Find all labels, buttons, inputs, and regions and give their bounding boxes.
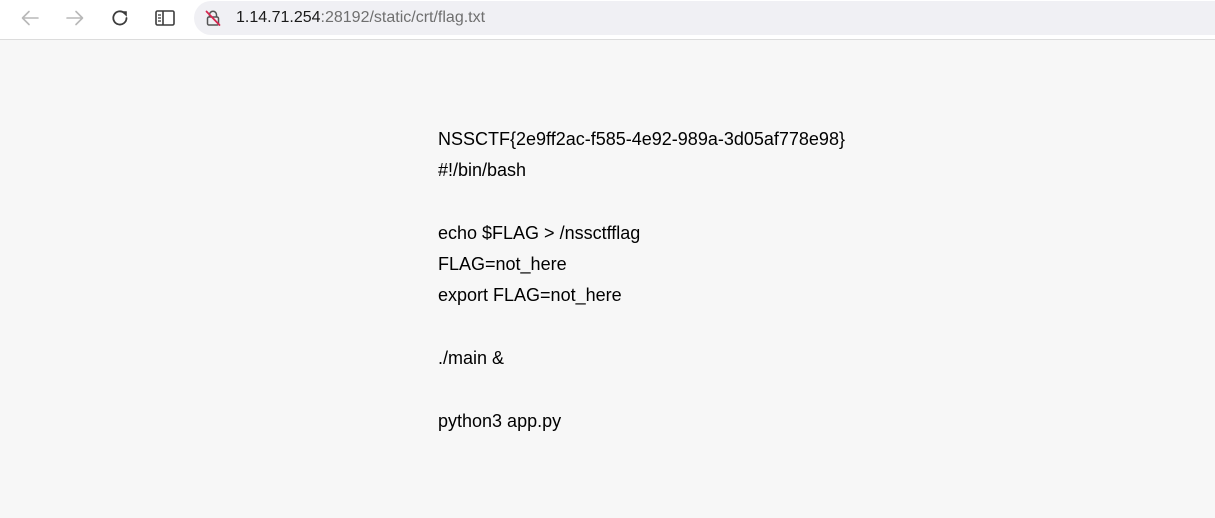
back-button[interactable] bbox=[14, 4, 46, 32]
reader-view-icon bbox=[155, 10, 175, 26]
arrow-left-icon bbox=[21, 10, 39, 26]
forward-button[interactable] bbox=[59, 4, 91, 32]
text-line bbox=[438, 374, 845, 405]
url-path: :28192/static/crt/flag.txt bbox=[320, 9, 486, 26]
text-line: #!/bin/bash bbox=[438, 160, 527, 181]
insecure-lock-icon bbox=[205, 10, 221, 26]
text-line bbox=[438, 187, 845, 218]
reload-button[interactable] bbox=[104, 4, 136, 32]
text-line: FLAG=not_here bbox=[438, 254, 567, 275]
plain-text-document: NSSCTF{2e9ff2ac-f585-4e92-989a-3d05af778… bbox=[438, 124, 845, 437]
browser-toolbar: 1.14.71.254:28192/static/crt/flag.txt bbox=[0, 0, 1215, 40]
reload-icon bbox=[112, 10, 128, 26]
address-bar[interactable]: 1.14.71.254:28192/static/crt/flag.txt bbox=[194, 1, 1215, 35]
site-info-button[interactable] bbox=[204, 9, 222, 27]
text-line: echo $FLAG > /nssctfflag bbox=[438, 222, 641, 243]
text-line: ./main & bbox=[438, 348, 505, 369]
text-line: NSSCTF{2e9ff2ac-f585-4e92-989a-3d05af778… bbox=[438, 129, 845, 149]
text-line: export FLAG=not_here bbox=[438, 285, 622, 306]
url-host: 1.14.71.254 bbox=[236, 9, 321, 26]
text-line bbox=[438, 312, 845, 343]
arrow-right-icon bbox=[66, 10, 84, 26]
text-line: python3 app.py bbox=[438, 410, 562, 431]
url-text[interactable]: 1.14.71.254:28192/static/crt/flag.txt bbox=[236, 9, 485, 27]
reader-view-button[interactable] bbox=[149, 4, 181, 32]
